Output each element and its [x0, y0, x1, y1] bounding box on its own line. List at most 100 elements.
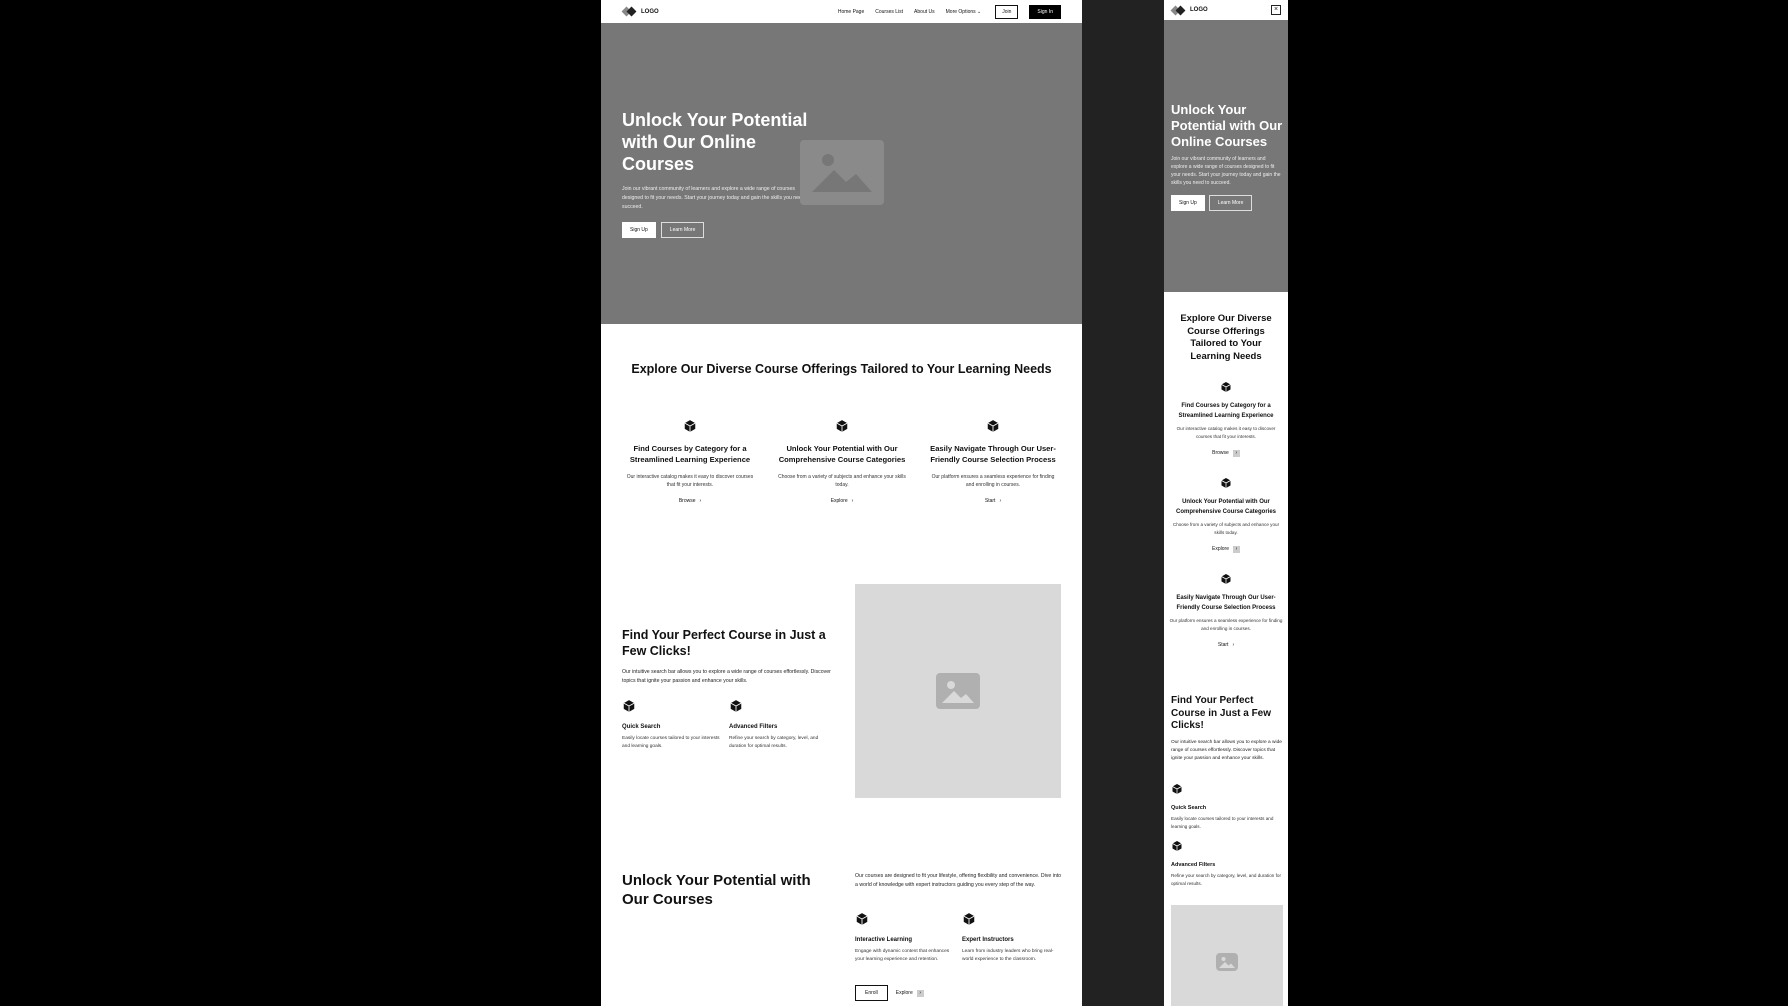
- expert-instructors-title: Expert Instructors: [962, 937, 1014, 943]
- features-title: Explore Our Diverse Course Offerings Tai…: [1180, 313, 1272, 362]
- start-link[interactable]: Start ›: [985, 498, 1001, 504]
- quick-search-title: Quick Search: [622, 724, 661, 730]
- start-label: Start: [1217, 642, 1229, 648]
- mobile-canvas: LOGO × Unlock Your Potential with Our On…: [1164, 0, 1288, 1006]
- explore-label: Explore: [895, 990, 913, 996]
- explore-link[interactable]: Explore ›: [1212, 545, 1240, 553]
- start-label: Start: [984, 498, 996, 504]
- advanced-filters-description: Refine your search by category, level, a…: [1171, 873, 1281, 886]
- cube-icon: [835, 419, 849, 433]
- sign-up-button[interactable]: Sign Up: [622, 222, 656, 238]
- chevron-right-icon: ›: [999, 498, 1002, 504]
- nav-more-label: More Options: [945, 8, 976, 15]
- cube-icon: [855, 912, 869, 926]
- search-description: Our intuitive search bar allows you to e…: [1171, 740, 1282, 761]
- browse-label: Browse: [1212, 450, 1229, 456]
- cube-icon: [1220, 572, 1232, 584]
- hero-description: Join our vibrant community of learners a…: [622, 186, 811, 210]
- enroll-button[interactable]: Enroll: [855, 985, 888, 1001]
- logo[interactable]: LOGO: [1170, 5, 1208, 16]
- nav-courses[interactable]: Courses List: [875, 9, 903, 15]
- quick-search-description: Easily locate courses tailored to your i…: [622, 736, 720, 749]
- image-placeholder-icon: [800, 140, 884, 205]
- feature-description: Our interactive catalog makes it easy to…: [626, 474, 754, 488]
- interactive-learning-item: Interactive Learning Engage with dynamic…: [855, 912, 955, 964]
- search-description: Our intuitive search bar allows you to e…: [622, 669, 831, 684]
- features-title: Explore Our Diverse Course Offerings Tai…: [631, 362, 1052, 376]
- start-link[interactable]: Start ›: [1218, 642, 1234, 648]
- feature-description: Choose from a variety of subjects and en…: [1172, 522, 1280, 535]
- hero-title: Unlock Your Potential with Our Online Co…: [622, 110, 808, 174]
- search-title: Find Your Perfect Course in Just a Few C…: [1171, 695, 1272, 731]
- quick-search-title: Quick Search: [1171, 805, 1207, 811]
- feature-card: Easily Navigate Through Our User-Friendl…: [1169, 572, 1283, 651]
- cube-icon: [729, 699, 743, 713]
- feature-title: Find Courses by Category for a Streamlin…: [629, 444, 751, 464]
- quick-search-item: Quick Search Easily locate courses tailo…: [1171, 782, 1283, 831]
- close-icon[interactable]: ×: [1271, 5, 1281, 15]
- potential-title: Unlock Your Potential with Our Courses: [622, 872, 811, 908]
- cube-icon: [1171, 839, 1183, 851]
- explore-label: Explore: [1212, 546, 1229, 552]
- browse-link[interactable]: Browse ›: [679, 498, 701, 504]
- search-image-placeholder: [1171, 905, 1283, 1006]
- logo[interactable]: LOGO: [621, 6, 659, 17]
- interactive-learning-title: Interactive Learning: [855, 937, 913, 943]
- browse-link[interactable]: Browse ›: [1212, 449, 1240, 457]
- feature-title: Easily Navigate Through Our User-Friendl…: [930, 444, 1056, 464]
- search-title: Find Your Perfect Course in Just a Few C…: [622, 628, 826, 658]
- cube-icon: [683, 419, 697, 433]
- logo-text: LOGO: [641, 8, 659, 15]
- mobile-hero-section: Unlock Your Potential with Our Online Co…: [1164, 20, 1288, 292]
- sign-in-button[interactable]: Sign In: [1029, 4, 1061, 19]
- feature-title: Easily Navigate Through Our User-Friendl…: [1176, 595, 1276, 611]
- feature-title: Unlock Your Potential with Our Comprehen…: [778, 444, 906, 464]
- nav-more-options[interactable]: More Options ⌄: [946, 9, 982, 15]
- feature-title: Unlock Your Potential with Our Comprehen…: [1175, 499, 1277, 515]
- potential-buttons: Enroll Explore ›: [855, 985, 924, 1001]
- feature-card: Unlock Your Potential with Our Comprehen…: [772, 419, 912, 507]
- advanced-filters-title: Advanced Filters: [1171, 862, 1216, 868]
- nav-home[interactable]: Home Page: [838, 9, 864, 15]
- logo-icon: [1170, 5, 1187, 16]
- learn-more-button[interactable]: Learn More: [660, 222, 705, 238]
- explore-label: Explore: [830, 498, 848, 504]
- explore-link[interactable]: Explore ›: [831, 498, 854, 504]
- cube-icon: [1220, 476, 1232, 488]
- hero-buttons: Sign Up Learn More: [1171, 195, 1253, 211]
- sign-up-button[interactable]: Sign Up: [1171, 195, 1205, 211]
- quick-search-item: Quick Search Easily locate courses tailo…: [622, 699, 722, 751]
- logo-icon: [621, 6, 638, 17]
- expert-instructors-item: Expert Instructors Learn from industry l…: [962, 912, 1062, 964]
- feature-description: Choose from a variety of subjects and en…: [778, 474, 906, 488]
- feature-card: Find Courses by Category for a Streamlin…: [1169, 380, 1283, 459]
- advanced-filters-item: Advanced Filters Refine your search by c…: [1171, 839, 1283, 888]
- feature-card: Find Courses by Category for a Streamlin…: [620, 419, 760, 507]
- feature-title: Find Courses by Category for a Streamlin…: [1178, 403, 1274, 419]
- hero-section: Unlock Your Potential with Our Online Co…: [601, 23, 1082, 324]
- learn-more-button[interactable]: Learn More: [1208, 195, 1253, 211]
- feature-card: Easily Navigate Through Our User-Friendl…: [923, 419, 1063, 507]
- search-image-placeholder: [855, 584, 1061, 798]
- cube-icon: [962, 912, 976, 926]
- explore-link[interactable]: Explore ›: [895, 989, 924, 997]
- cube-icon: [1220, 380, 1232, 392]
- cube-icon: [1171, 782, 1183, 794]
- chevron-right-icon: ›: [699, 498, 702, 504]
- cube-icon: [986, 419, 1000, 433]
- join-button[interactable]: Join: [995, 4, 1019, 19]
- chevron-right-icon: ›: [1232, 642, 1235, 648]
- expert-instructors-description: Learn from industry leaders who bring re…: [962, 949, 1054, 962]
- feature-card: Unlock Your Potential with Our Comprehen…: [1169, 476, 1283, 555]
- chevron-right-icon: ›: [851, 498, 854, 504]
- hero-description: Join our vibrant community of learners a…: [1171, 156, 1281, 186]
- nav-about[interactable]: About Us: [914, 9, 935, 15]
- canvas-gutter: [1082, 0, 1164, 1006]
- potential-description: Our courses are designed to fit your lif…: [855, 873, 1062, 888]
- mobile-navbar: LOGO ×: [1164, 0, 1288, 20]
- chevron-down-icon: ⌄: [977, 8, 982, 15]
- nav-links: Home Page Courses List About Us More Opt…: [838, 4, 1061, 19]
- image-placeholder-icon: [1216, 953, 1238, 971]
- chevron-right-icon: ›: [1232, 545, 1240, 553]
- browse-label: Browse: [678, 498, 696, 504]
